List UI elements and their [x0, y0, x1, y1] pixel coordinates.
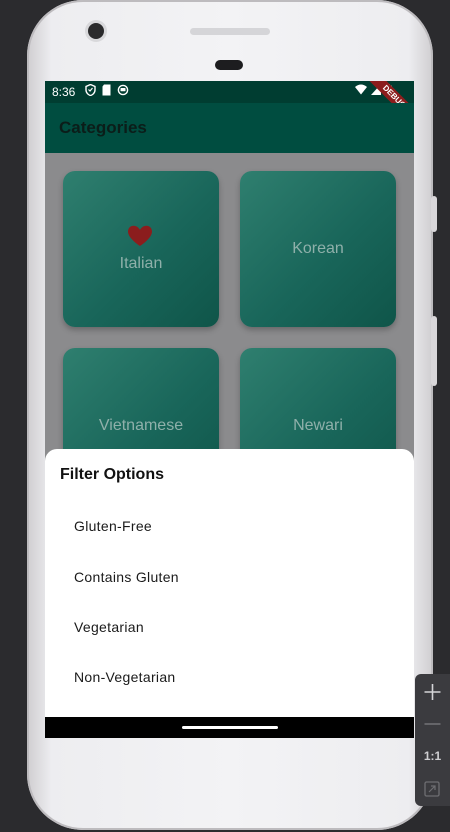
status-icons-left — [85, 84, 129, 96]
sync-icon — [117, 84, 129, 96]
category-label: Newari — [293, 417, 343, 434]
zoom-in-icon[interactable] — [415, 682, 450, 702]
app-bar: Categories — [45, 103, 414, 153]
wifi-icon — [355, 84, 367, 95]
status-bar: 8:36 DEBUG — [45, 81, 414, 130]
earpiece-speaker — [190, 28, 270, 35]
zoom-out-icon[interactable] — [415, 714, 450, 734]
fit-screen-icon[interactable] — [415, 780, 450, 798]
power-button — [431, 196, 437, 232]
shield-icon — [85, 84, 96, 96]
filter-option-non-vegetarian[interactable]: Non-Vegetarian — [74, 669, 176, 685]
heart-icon — [128, 225, 152, 246]
category-card-korean[interactable]: Korean — [240, 171, 396, 327]
page-title: Categories — [59, 118, 147, 137]
category-card-italian[interactable]: Italian — [63, 171, 219, 327]
filter-option-gluten-free[interactable]: Gluten-Free — [74, 518, 152, 534]
filter-option-contains-gluten[interactable]: Contains Gluten — [74, 569, 179, 585]
volume-button — [431, 316, 437, 386]
emulator-toolbar: 1:1 — [415, 674, 450, 806]
system-nav-bar — [45, 717, 414, 738]
category-label: Korean — [292, 240, 344, 257]
phone-screen: 8:36 DEBUG Categories Italian Korean Vie… — [45, 81, 414, 738]
proximity-sensor — [215, 60, 243, 70]
sheet-title: Filter Options — [60, 466, 164, 483]
home-gesture-handle[interactable] — [182, 726, 278, 729]
status-time: 8:36 — [52, 85, 76, 99]
actual-size-button[interactable]: 1:1 — [415, 749, 450, 763]
filter-bottom-sheet: Filter Options Gluten-Free Contains Glut… — [45, 449, 414, 717]
front-camera — [88, 23, 104, 39]
filter-option-vegetarian[interactable]: Vegetarian — [74, 619, 144, 635]
category-label: Vietnamese — [98, 417, 184, 434]
category-label: Italian — [119, 255, 163, 272]
sd-card-icon — [102, 84, 111, 96]
